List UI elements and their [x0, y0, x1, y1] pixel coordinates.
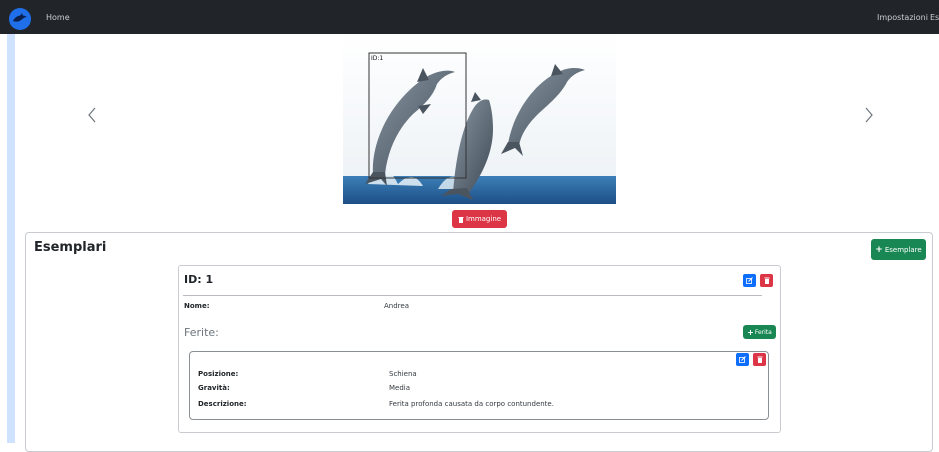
edit-icon	[746, 277, 753, 284]
add-esemplare-label: Esemplare	[884, 245, 922, 254]
specimen-title: ID: 1	[184, 273, 214, 286]
wound-description-label: Descrizione:	[198, 400, 247, 408]
edit-icon	[739, 356, 746, 363]
divider	[183, 295, 762, 296]
wound-severity-value: Media	[389, 384, 411, 392]
esemplari-title: Esemplari	[34, 240, 107, 255]
add-wound-button[interactable]: + Ferita	[743, 325, 776, 339]
left-accent-bar	[7, 34, 15, 443]
nav-home-link[interactable]: Home	[46, 13, 70, 22]
delete-wound-button[interactable]	[753, 353, 766, 366]
delete-specimen-button[interactable]	[760, 274, 773, 287]
trash-icon	[458, 216, 464, 223]
wound-position-value: Schiena	[389, 370, 417, 378]
chevron-right-icon	[865, 107, 873, 123]
wound-position-label: Posizione:	[198, 370, 239, 378]
top-navbar: Home Impostazioni Esci	[0, 0, 939, 34]
plus-icon: +	[747, 327, 754, 337]
delete-image-button[interactable]: Immagine	[452, 210, 507, 228]
detection-box-label: ID:1	[371, 55, 383, 62]
name-label: Nome:	[184, 302, 210, 310]
delete-image-label: Immagine	[465, 215, 502, 223]
nav-settings-link[interactable]: Impostazioni	[877, 13, 928, 22]
wounds-title: Ferite:	[184, 326, 219, 339]
carousel-prev-button[interactable]	[84, 104, 100, 126]
plus-icon: +	[875, 244, 883, 255]
wound-card	[189, 351, 769, 420]
dolphin-logo-icon[interactable]	[9, 8, 31, 30]
carousel-next-button[interactable]	[861, 104, 877, 126]
add-wound-label: Ferita	[754, 328, 772, 336]
edit-specimen-button[interactable]	[743, 274, 756, 287]
edit-wound-button[interactable]	[736, 353, 749, 366]
carousel-image: ID:1	[343, 34, 616, 204]
trash-icon	[757, 356, 762, 363]
wound-description-value: Ferita profonda causata da corpo contund…	[389, 400, 554, 408]
chevron-left-icon	[88, 107, 96, 123]
name-value: Andrea	[384, 302, 409, 310]
nav-exit-link[interactable]: Esci	[930, 13, 939, 22]
trash-icon	[764, 277, 769, 284]
add-esemplare-button[interactable]: + Esemplare	[871, 239, 926, 260]
wound-severity-label: Gravità:	[198, 384, 230, 392]
